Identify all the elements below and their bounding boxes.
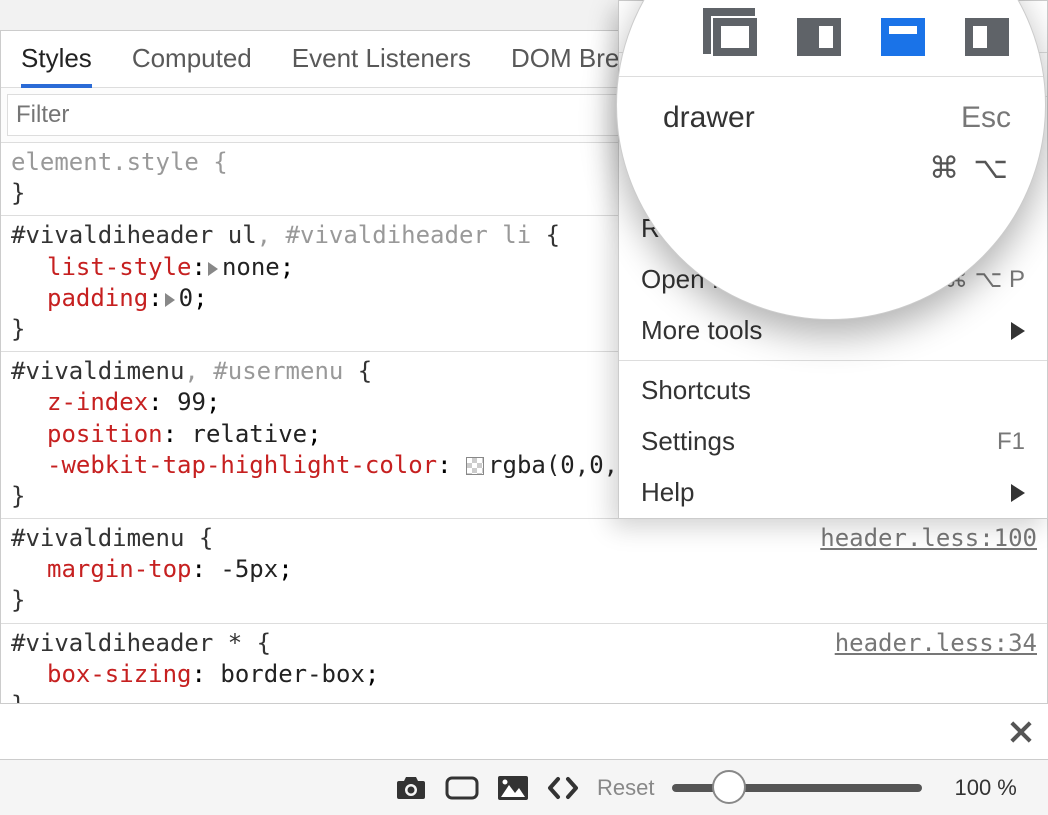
- comma: ,: [257, 221, 286, 249]
- zoom-toolbar: Reset 100 %: [0, 759, 1048, 815]
- source-link[interactable]: header.less:34: [835, 628, 1037, 659]
- value[interactable]: border-box: [220, 660, 365, 688]
- menu-label: More tools: [641, 315, 762, 346]
- expand-icon[interactable]: [208, 262, 218, 276]
- source-link[interactable]: header.less:100: [820, 523, 1037, 554]
- camera-icon[interactable]: [395, 775, 427, 801]
- colon: :: [192, 660, 206, 688]
- menu-label: Settings: [641, 426, 735, 457]
- brace-open: {: [184, 524, 213, 552]
- semi: ;: [278, 555, 292, 583]
- menu-shortcut: Esc: [961, 101, 1011, 135]
- brace-close: }: [11, 315, 25, 343]
- semi: ;: [280, 253, 294, 281]
- image-icon[interactable]: [497, 775, 529, 801]
- brace-close: }: [11, 179, 25, 207]
- menu-label: drawer: [663, 101, 755, 135]
- color-swatch-icon[interactable]: [466, 457, 484, 475]
- colon: :: [192, 253, 206, 281]
- expand-icon[interactable]: [165, 293, 175, 307]
- selector-main: #vivaldimenu: [11, 357, 184, 385]
- semi: ;: [307, 420, 321, 448]
- brace-open: {: [213, 148, 227, 176]
- menu-item-help[interactable]: Help: [619, 467, 1047, 518]
- colon: :: [148, 388, 162, 416]
- brace-open: {: [242, 629, 271, 657]
- menu-shortcut: ⌘ ⌥: [929, 151, 1011, 186]
- reset-button[interactable]: Reset: [597, 775, 654, 801]
- selector-main: #vivaldimenu: [11, 524, 184, 552]
- colon: :: [163, 420, 177, 448]
- comma: ,: [184, 357, 213, 385]
- prop[interactable]: -webkit-tap-highlight-color: [47, 451, 437, 479]
- prop[interactable]: margin-top: [47, 555, 192, 583]
- selector-dim: #vivaldiheader li: [286, 221, 532, 249]
- selector-main: #vivaldiheader ul: [11, 221, 257, 249]
- slider-thumb[interactable]: [712, 770, 746, 804]
- value[interactable]: 0: [179, 284, 193, 312]
- prop[interactable]: position: [47, 420, 163, 448]
- selector: element.style: [11, 148, 199, 176]
- colon: :: [148, 284, 162, 312]
- submenu-arrow-icon: [1011, 322, 1025, 340]
- zoom-slider[interactable]: [672, 784, 922, 792]
- rectangle-icon[interactable]: [445, 776, 479, 800]
- zoom-value: 100 %: [954, 775, 1016, 801]
- menu-item-cmd[interactable]: ⌘ ⌥: [617, 151, 1045, 186]
- menu-shortcut: F1: [997, 428, 1025, 456]
- tab-styles[interactable]: Styles: [21, 43, 92, 88]
- prop[interactable]: z-index: [47, 388, 148, 416]
- dock-side-row: [617, 0, 1045, 77]
- brace-close: }: [11, 586, 25, 614]
- dock-bottom-icon[interactable]: [881, 18, 925, 56]
- semi: ;: [206, 388, 220, 416]
- code-icon[interactable]: [547, 776, 579, 800]
- brace-open: {: [531, 221, 560, 249]
- value[interactable]: none: [222, 253, 280, 281]
- submenu-arrow-icon: [1011, 484, 1025, 502]
- zoom-lens: drawer Esc ⌘ ⌥: [616, 0, 1046, 320]
- dock-left-icon[interactable]: [797, 18, 841, 56]
- prop[interactable]: list-style: [47, 253, 192, 281]
- menu-item-shortcuts[interactable]: Shortcuts: [619, 365, 1047, 416]
- menu-label: Help: [641, 477, 694, 508]
- semi: ;: [365, 660, 379, 688]
- prop[interactable]: box-sizing: [47, 660, 192, 688]
- drawer-header: [0, 703, 1048, 759]
- value[interactable]: -5px: [220, 555, 278, 583]
- selector-main: #vivaldiheader *: [11, 629, 242, 657]
- value[interactable]: 99: [177, 388, 206, 416]
- rule-vivaldimenu-2[interactable]: header.less:100 #vivaldimenu { margin-to…: [1, 519, 1047, 624]
- tab-computed[interactable]: Computed: [132, 43, 252, 84]
- tab-event-listeners[interactable]: Event Listeners: [292, 43, 471, 84]
- close-icon[interactable]: [1008, 719, 1034, 745]
- brace-open: {: [343, 357, 372, 385]
- menu-item-settings[interactable]: Settings F1: [619, 416, 1047, 467]
- colon: :: [437, 451, 451, 479]
- selector-dim: #usermenu: [213, 357, 343, 385]
- dock-right-icon[interactable]: [965, 18, 1009, 56]
- dock-undock-icon[interactable]: [713, 18, 757, 56]
- prop[interactable]: padding: [47, 284, 148, 312]
- value[interactable]: relative: [192, 420, 308, 448]
- semi: ;: [193, 284, 207, 312]
- colon: :: [192, 555, 206, 583]
- brace-close: }: [11, 482, 25, 510]
- menu-item-drawer[interactable]: drawer Esc: [617, 101, 1045, 135]
